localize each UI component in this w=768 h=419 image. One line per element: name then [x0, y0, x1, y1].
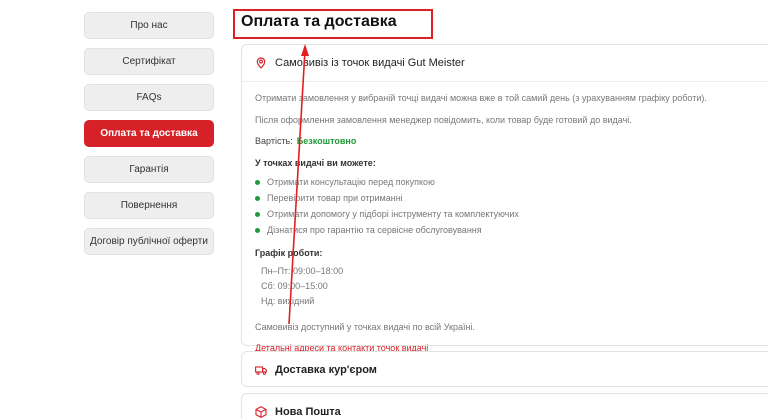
list-item: Дізнатися про гарантію та сервісне обслу… [255, 222, 768, 238]
sidebar-item-faqs[interactable]: FAQs [84, 84, 214, 111]
price-value: Безкоштовно [296, 136, 357, 146]
bullet-dot-icon [255, 211, 260, 217]
sidebar-item-certificate[interactable]: Сертифікат [84, 48, 214, 75]
sidebar-item-label: Оплата та доставка [100, 128, 198, 139]
price-label: Вартість: [255, 136, 293, 146]
schedule-row: Сб: 09:00–15:00 [261, 281, 328, 291]
list-item-text: Дізнатися про гарантію та сервісне обслу… [267, 225, 482, 235]
pickup-text-2: Після оформлення замовлення менеджер пов… [255, 115, 632, 125]
sidebar-item-warranty[interactable]: Гарантія [84, 156, 214, 183]
sidebar-item-label: Повернення [120, 200, 178, 211]
sidebar-item-label: Сертифікат [122, 56, 176, 67]
pickup-section: Самовивіз із точок видачі Gut Meister От… [241, 44, 768, 353]
courier-title: Доставка кур'єром [275, 364, 377, 376]
sidebar-item-payment-delivery[interactable]: Оплата та доставка [84, 120, 214, 147]
truck-icon [255, 364, 267, 376]
novaposhta-header[interactable]: Нова Пошта [242, 394, 768, 419]
list-item: Перевірити товар при отриманні [255, 190, 768, 206]
sidebar-item-label: Договір публічної оферти [90, 236, 208, 247]
schedule-list: Пн–Пт: 09:00–18:00 Сб: 09:00–15:00 Нд: в… [255, 264, 768, 309]
pickup-header[interactable]: Самовивіз із точок видачі Gut Meister [242, 45, 768, 81]
page-title: Оплата та доставка [233, 9, 433, 39]
pickup-text-1: Отримати замовлення у вибраній точці вид… [255, 93, 707, 103]
can-title: У точках видачі ви можете: [255, 158, 376, 168]
list-item-text: Перевірити товар при отриманні [267, 193, 403, 203]
sidebar-item-label: Про нас [130, 20, 168, 31]
list-item-text: Отримати допомогу у підборі інструменту … [267, 209, 519, 219]
sidebar-item-about[interactable]: Про нас [84, 12, 214, 39]
list-item: Отримати допомогу у підборі інструменту … [255, 206, 768, 222]
sidebar-item-public-offer[interactable]: Договір публічної оферти [84, 228, 214, 255]
schedule-row: Пн–Пт: 09:00–18:00 [261, 266, 344, 276]
novaposhta-section[interactable]: Нова Пошта [241, 393, 768, 419]
list-item: Отримати консультацію перед покупкою [255, 174, 768, 190]
availability-text: Самовивіз доступний у точках видачі по в… [255, 322, 475, 332]
bullet-dot-icon [255, 227, 260, 233]
location-pin-icon [255, 57, 267, 69]
novaposhta-title: Нова Пошта [275, 406, 341, 418]
schedule-title: Графік роботи: [255, 248, 323, 258]
sidebar-item-label: Гарантія [129, 164, 169, 175]
pickup-title: Самовивіз із точок видачі Gut Meister [275, 57, 465, 69]
courier-header[interactable]: Доставка кур'єром [242, 352, 768, 388]
can-list: Отримати консультацію перед покупкою Пер… [255, 174, 768, 238]
box-icon [255, 406, 267, 418]
price-row: Вартість: Безкоштовно [255, 136, 768, 146]
courier-section[interactable]: Доставка кур'єром [241, 351, 768, 387]
list-item-text: Отримати консультацію перед покупкою [267, 177, 435, 187]
sidebar-item-returns[interactable]: Повернення [84, 192, 214, 219]
sidebar-item-label: FAQs [136, 92, 162, 103]
bullet-dot-icon [255, 195, 260, 201]
bullet-dot-icon [255, 179, 260, 185]
schedule-row: Нд: вихідний [261, 296, 315, 306]
pickup-body: Отримати замовлення у вибраній точці вид… [242, 82, 768, 353]
sidebar-nav: Про нас Сертифікат FAQs Оплата та достав… [84, 12, 214, 264]
